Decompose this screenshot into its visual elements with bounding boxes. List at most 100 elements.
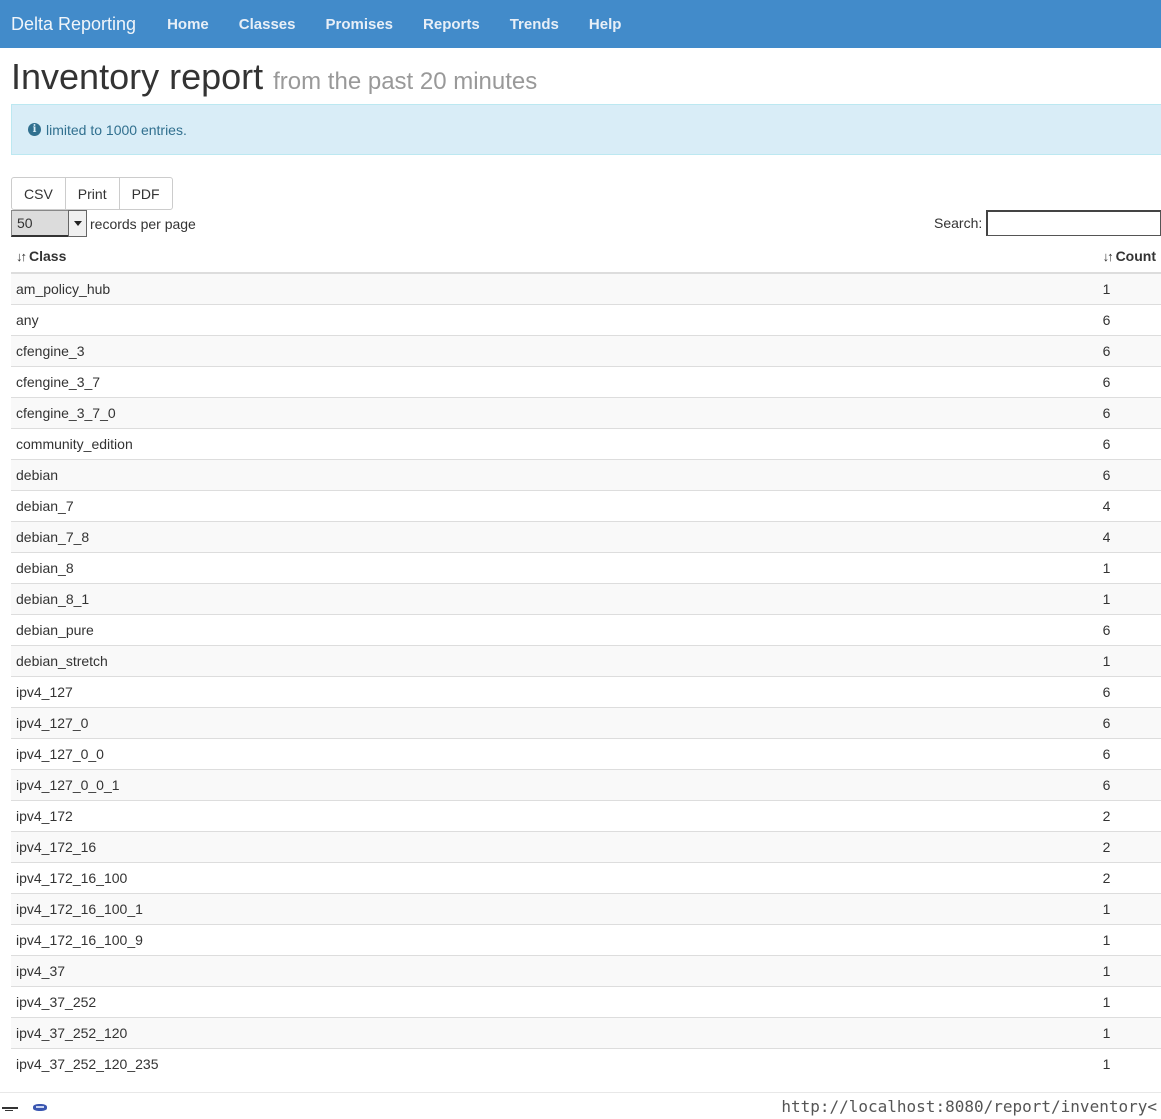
sort-icon: ↓↑ bbox=[1102, 249, 1114, 264]
count-cell: 6 bbox=[1097, 365, 1161, 397]
count-cell: 6 bbox=[1097, 675, 1161, 707]
count-cell: 1 bbox=[1097, 923, 1161, 955]
class-cell: any bbox=[11, 303, 1098, 335]
class-cell: am_policy_hub bbox=[11, 272, 1098, 304]
count-cell: 6 bbox=[1097, 768, 1161, 800]
class-cell: ipv4_127_0_0_1 bbox=[11, 768, 1098, 800]
alert-text: limited to 1000 entries. bbox=[46, 121, 187, 138]
nav-home[interactable]: Home bbox=[152, 16, 224, 33]
count-cell: 6 bbox=[1097, 613, 1161, 645]
class-cell: ipv4_37_252_120 bbox=[11, 1016, 1098, 1048]
export-button-group: CSV Print PDF bbox=[11, 177, 173, 210]
table-row: debian_8_1 1 bbox=[11, 582, 1161, 614]
count-cell: 1 bbox=[1097, 272, 1161, 304]
csv-button[interactable]: CSV bbox=[11, 177, 66, 210]
brand-link[interactable]: Delta Reporting bbox=[11, 14, 136, 35]
nav-classes[interactable]: Classes bbox=[224, 16, 311, 33]
table-row: am_policy_hub 1 bbox=[11, 272, 1161, 304]
class-cell: cfengine_3_7 bbox=[11, 365, 1098, 397]
table-row: ipv4_172 2 bbox=[11, 799, 1161, 831]
records-per-page-select[interactable]: 50 bbox=[11, 210, 87, 237]
count-cell: 4 bbox=[1097, 489, 1161, 521]
count-cell: 1 bbox=[1097, 551, 1161, 583]
nav-help[interactable]: Help bbox=[574, 16, 637, 33]
nav-promises[interactable]: Promises bbox=[310, 16, 408, 33]
nav-trends[interactable]: Trends bbox=[495, 16, 574, 33]
table-row: ipv4_37_252_120_235 1 bbox=[11, 1047, 1161, 1079]
class-cell: cfengine_3_7_0 bbox=[11, 396, 1098, 428]
class-cell: ipv4_37_252 bbox=[11, 985, 1098, 1017]
class-cell: debian_stretch bbox=[11, 644, 1098, 676]
search-input[interactable] bbox=[986, 210, 1161, 236]
table-row: ipv4_172_16_100_9 1 bbox=[11, 923, 1161, 955]
class-cell: cfengine_3 bbox=[11, 334, 1098, 366]
class-cell: ipv4_172_16_100 bbox=[11, 861, 1098, 893]
table-row: ipv4_127_0 6 bbox=[11, 706, 1161, 738]
count-cell: 6 bbox=[1097, 706, 1161, 738]
table-row: any 6 bbox=[11, 303, 1161, 335]
page-title-text: Inventory report bbox=[11, 56, 264, 97]
table-row: cfengine_3 6 bbox=[11, 334, 1161, 366]
table-row: debian_7_8 4 bbox=[11, 520, 1161, 552]
class-cell: debian_pure bbox=[11, 613, 1098, 645]
class-cell: debian bbox=[11, 458, 1098, 490]
table-row: cfengine_3_7 6 bbox=[11, 365, 1161, 397]
table-row: ipv4_37 1 bbox=[11, 954, 1161, 986]
count-cell: 6 bbox=[1097, 396, 1161, 428]
count-cell: 2 bbox=[1097, 830, 1161, 862]
inventory-table: ↓↑ Class ↓↑ Count am_policy_hub 1 any 6 cfen… bbox=[11, 240, 1161, 1079]
browser-status-bar: http://localhost:8080/report/inventory< bbox=[0, 1092, 1161, 1119]
table-row: community_edition 6 bbox=[11, 427, 1161, 459]
pdf-button[interactable]: PDF bbox=[118, 177, 173, 210]
table-header-row: ↓↑ Class ↓↑ Count bbox=[11, 240, 1161, 274]
info-alert: i limited to 1000 entries. bbox=[11, 104, 1161, 155]
table-row: cfengine_3_7_0 6 bbox=[11, 396, 1161, 428]
table-row: debian_8 1 bbox=[11, 551, 1161, 583]
search-control: Search: bbox=[934, 210, 1161, 236]
column-header-count[interactable]: ↓↑ Count bbox=[1097, 240, 1161, 274]
print-button[interactable]: Print bbox=[64, 177, 120, 210]
table-row: ipv4_127_0_0_1 6 bbox=[11, 768, 1161, 800]
class-cell: debian_7_8 bbox=[11, 520, 1098, 552]
class-cell: debian_7 bbox=[11, 489, 1098, 521]
nav-reports[interactable]: Reports bbox=[408, 16, 495, 33]
table-row: debian 6 bbox=[11, 458, 1161, 490]
table-row: ipv4_37_252_120 1 bbox=[11, 1016, 1161, 1048]
info-circle-icon: i bbox=[28, 123, 41, 136]
class-cell: ipv4_127_0_0 bbox=[11, 737, 1098, 769]
count-cell: 6 bbox=[1097, 303, 1161, 335]
top-navbar: Delta Reporting Home Classes Promises Re… bbox=[0, 0, 1161, 48]
column-header-class[interactable]: ↓↑ Class bbox=[11, 240, 1098, 274]
table-row: ipv4_172_16_100_1 1 bbox=[11, 892, 1161, 924]
class-cell: debian_8_1 bbox=[11, 582, 1098, 614]
search-label: Search: bbox=[934, 215, 983, 231]
class-cell: ipv4_172_16_100_1 bbox=[11, 892, 1098, 924]
count-cell: 1 bbox=[1097, 1016, 1161, 1048]
class-cell: ipv4_172_16 bbox=[11, 830, 1098, 862]
count-cell: 2 bbox=[1097, 799, 1161, 831]
extension-icon[interactable] bbox=[33, 1104, 47, 1111]
count-cell: 1 bbox=[1097, 644, 1161, 676]
table-row: ipv4_127_0_0 6 bbox=[11, 737, 1161, 769]
class-cell: ipv4_172_16_100_9 bbox=[11, 923, 1098, 955]
class-cell: ipv4_37_252_120_235 bbox=[11, 1047, 1098, 1079]
records-per-page-control: 50 records per page bbox=[11, 210, 196, 237]
table-row: ipv4_127 6 bbox=[11, 675, 1161, 707]
toolbar-icon[interactable] bbox=[2, 1107, 18, 1111]
count-cell: 1 bbox=[1097, 892, 1161, 924]
records-per-page-value: 50 bbox=[17, 215, 33, 231]
class-cell: ipv4_172 bbox=[11, 799, 1098, 831]
count-cell: 4 bbox=[1097, 520, 1161, 552]
count-cell: 1 bbox=[1097, 985, 1161, 1017]
class-cell: debian_8 bbox=[11, 551, 1098, 583]
status-url: http://localhost:8080/report/inventory< bbox=[781, 1097, 1157, 1116]
page-title: Inventory report from the past 20 minute… bbox=[11, 56, 537, 98]
count-cell: 1 bbox=[1097, 954, 1161, 986]
table-row: debian_stretch 1 bbox=[11, 644, 1161, 676]
count-cell: 6 bbox=[1097, 458, 1161, 490]
class-cell: ipv4_127_0 bbox=[11, 706, 1098, 738]
class-cell: ipv4_127 bbox=[11, 675, 1098, 707]
chevron-down-icon[interactable] bbox=[68, 210, 87, 237]
records-per-page-label: records per page bbox=[90, 215, 196, 232]
count-cell: 1 bbox=[1097, 582, 1161, 614]
